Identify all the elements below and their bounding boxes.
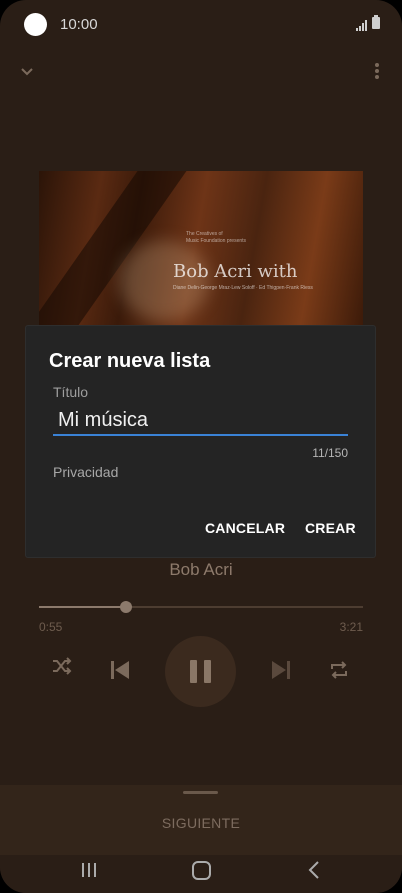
title-field-label: Título bbox=[53, 384, 89, 400]
chevron-down-icon[interactable] bbox=[20, 64, 34, 82]
artist-name: Bob Acri bbox=[169, 560, 233, 579]
seek-bar-fill bbox=[39, 606, 127, 608]
drag-handle[interactable] bbox=[183, 791, 218, 794]
seek-bar[interactable] bbox=[39, 601, 363, 613]
total-time: 3:21 bbox=[339, 620, 363, 634]
album-title: Bob Acri with bbox=[173, 261, 298, 282]
back-icon[interactable] bbox=[308, 861, 320, 884]
next-queue-label: SIGUIENTE bbox=[161, 815, 241, 831]
skip-previous-icon[interactable] bbox=[111, 660, 129, 685]
status-time: 10:00 bbox=[60, 16, 98, 33]
shuffle-icon[interactable] bbox=[52, 657, 72, 680]
dialog-title: Crear nueva lista bbox=[49, 350, 211, 372]
album-small-text: The Creatives of Music Foundation presen… bbox=[186, 231, 247, 244]
create-playlist-dialog: Crear nueva lista Título 11/150 Privacid… bbox=[26, 326, 375, 557]
camera-cutout bbox=[24, 13, 47, 36]
recents-icon[interactable] bbox=[81, 862, 97, 883]
home-icon[interactable] bbox=[192, 861, 211, 880]
pause-button[interactable] bbox=[165, 636, 236, 707]
more-vertical-icon[interactable] bbox=[374, 62, 380, 85]
title-input[interactable] bbox=[53, 406, 348, 436]
album-credits: Diane Delin·George Mraz·Lew Soloff · Ed … bbox=[173, 285, 313, 291]
repeat-icon[interactable] bbox=[329, 660, 349, 685]
status-bar: 10:00 bbox=[0, 0, 402, 48]
create-button[interactable]: CREAR bbox=[305, 520, 356, 536]
battery-icon bbox=[372, 15, 380, 29]
screen: 10:00 The Creatives of Music Foundation … bbox=[0, 0, 402, 893]
privacy-option[interactable]: Privacidad bbox=[53, 464, 118, 480]
seek-bar-thumb[interactable] bbox=[120, 601, 133, 613]
elapsed-time: 0:55 bbox=[39, 620, 63, 634]
signal-icon bbox=[356, 18, 368, 36]
skip-next-icon[interactable] bbox=[272, 660, 290, 685]
cancel-button[interactable]: CANCELAR bbox=[205, 520, 285, 536]
character-counter: 11/150 bbox=[312, 446, 348, 460]
album-art: The Creatives of Music Foundation presen… bbox=[39, 171, 363, 331]
